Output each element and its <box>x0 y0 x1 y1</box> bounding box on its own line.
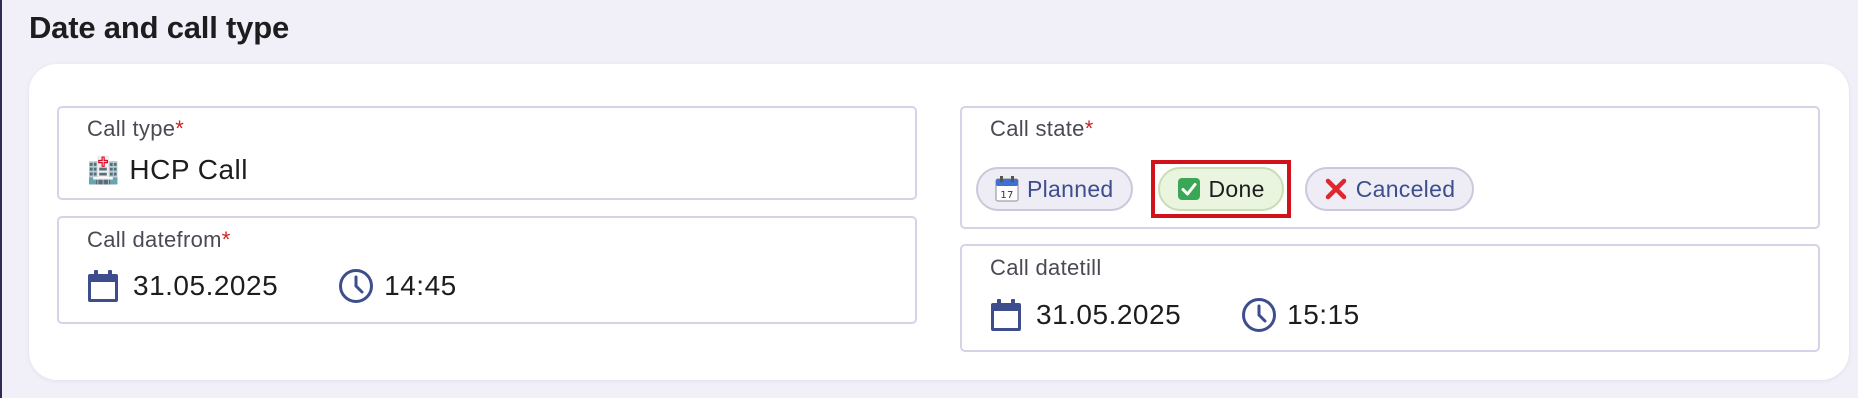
chip-label: Done <box>1208 175 1265 202</box>
check-mark-icon <box>1177 178 1200 200</box>
call-datetill-field: Call datetill 31.05.2025 15:15 <box>960 244 1820 352</box>
required-mark: * <box>221 227 231 252</box>
call-datetill-time[interactable]: 15:15 <box>1287 299 1360 331</box>
call-type-field[interactable]: Call type* 🏥 HCP Call <box>57 106 917 200</box>
clock-icon[interactable] <box>1241 297 1277 333</box>
calendar-icon[interactable] <box>990 298 1022 332</box>
required-mark: * <box>175 116 185 141</box>
call-datetill-label: Call datetill <box>990 255 1102 280</box>
call-state-options: 17 Planned Done Canceled <box>976 160 1490 218</box>
hospital-icon: 🏥 <box>87 155 120 185</box>
call-state-planned-chip[interactable]: 17 Planned <box>976 167 1133 211</box>
call-datefrom-field: Call datefrom* 31.05.2025 14:45 <box>57 216 917 324</box>
chip-label: Planned <box>1027 175 1114 202</box>
call-state-done-chip[interactable]: Done <box>1157 167 1284 211</box>
chip-label: Canceled <box>1355 175 1456 202</box>
call-state-canceled-chip[interactable]: Canceled <box>1304 167 1475 211</box>
call-datefrom-date[interactable]: 31.05.2025 <box>133 270 278 302</box>
call-state-field: Call state* 17 Planned Done Canceled <box>960 106 1820 229</box>
svg-text:17: 17 <box>1000 190 1013 201</box>
call-type-label: Call type* <box>87 116 185 141</box>
call-state-label: Call state* <box>990 116 1094 141</box>
call-datetill-date[interactable]: 31.05.2025 <box>1036 299 1181 331</box>
calendar-icon: 17 <box>995 176 1019 202</box>
required-mark: * <box>1084 116 1094 141</box>
call-datefrom-time[interactable]: 14:45 <box>384 270 457 302</box>
cross-mark-icon <box>1325 178 1346 200</box>
date-and-call-type-card: Call type* 🏥 HCP Call Call datefrom* 31.… <box>29 64 1849 380</box>
call-type-value: HCP Call <box>129 154 248 185</box>
call-datefrom-label: Call datefrom* <box>87 227 231 252</box>
clock-icon[interactable] <box>338 268 374 304</box>
section-title: Date and call type <box>29 10 289 45</box>
window-left-edge <box>0 0 2 398</box>
calendar-icon[interactable] <box>87 269 119 303</box>
selection-highlight: Done <box>1150 160 1291 218</box>
